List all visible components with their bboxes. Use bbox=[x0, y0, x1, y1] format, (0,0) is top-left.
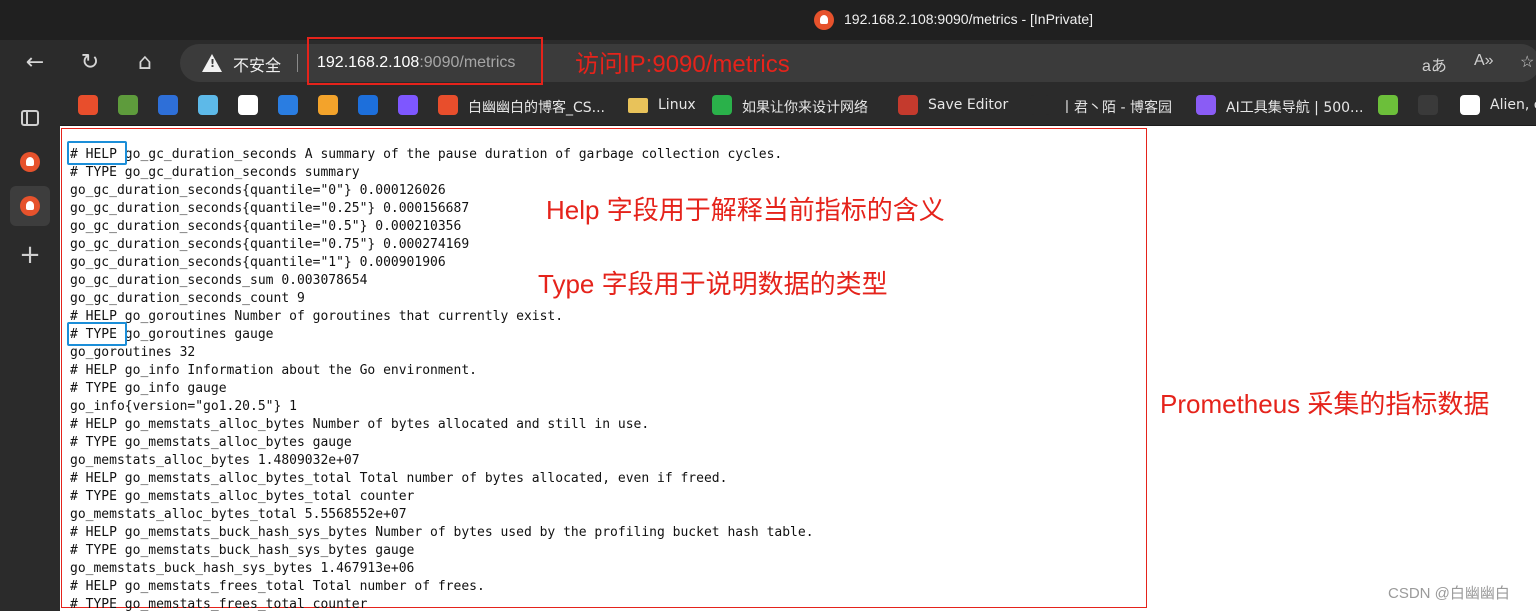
alien-icon bbox=[1460, 95, 1480, 115]
window-title: 192.168.2.108:9090/metrics - [InPrivate] bbox=[844, 11, 1094, 27]
read-aloud-icon[interactable]: aあ bbox=[1422, 52, 1447, 76]
security-label[interactable]: 不安全 bbox=[233, 52, 281, 76]
frog-icon bbox=[118, 95, 138, 115]
metric-line: # HELP go_memstats_frees_total Total num… bbox=[70, 579, 485, 594]
metric-line: # TYPE go_memstats_alloc_bytes gauge bbox=[70, 435, 352, 450]
metric-line: # TYPE go_memstats_buck_hash_sys_bytes g… bbox=[70, 543, 415, 558]
metric-line: # TYPE go_memstats_frees_total counter bbox=[70, 597, 368, 611]
metric-line: # TYPE go_gc_duration_seconds summary bbox=[70, 165, 360, 180]
help-highlight-box bbox=[67, 141, 127, 165]
prometheus-icon bbox=[814, 10, 834, 30]
watermark: CSDN @白幽幽白 bbox=[1388, 585, 1510, 602]
metric-line: go_memstats_alloc_bytes_total 5.5568552e… bbox=[70, 507, 407, 522]
on-icon bbox=[358, 95, 378, 115]
metric-line: go_info{version="go1.20.5"} 1 bbox=[70, 399, 297, 414]
bookmark-label: 丨君丶陌 - 博客园 bbox=[1060, 100, 1172, 116]
tab-actions-icon bbox=[21, 110, 39, 126]
metric-line: go_gc_duration_seconds{quantile="0.75"} … bbox=[70, 237, 470, 252]
lines-icon bbox=[158, 95, 178, 115]
prometheus-icon bbox=[20, 196, 40, 216]
metric-line: # HELP go_memstats_alloc_bytes_total Tot… bbox=[70, 471, 728, 486]
sword-icon bbox=[898, 95, 918, 115]
immersive-reader-icon[interactable]: A» bbox=[1474, 52, 1494, 70]
type-highlight-box bbox=[67, 322, 127, 346]
metric-line: # TYPE go_info gauge bbox=[70, 381, 227, 396]
metric-line: go_memstats_buck_hash_sys_bytes 1.467913… bbox=[70, 561, 415, 576]
chart-icon bbox=[198, 95, 218, 115]
folder-icon bbox=[628, 98, 648, 113]
url-annotation: 访问IP:9090/metrics bbox=[575, 51, 790, 78]
metric-line: # HELP go_memstats_alloc_bytes Number of… bbox=[70, 417, 650, 432]
title-bar: 192.168.2.108:9090/metrics - [InPrivate] bbox=[0, 0, 1536, 40]
metric-line: go_memstats_alloc_bytes 1.4809032e+07 bbox=[70, 453, 360, 468]
new-tab-icon[interactable]: + bbox=[10, 240, 50, 270]
tab-actions-button[interactable] bbox=[10, 98, 50, 138]
bookmark-label: Save Editor bbox=[928, 97, 1009, 113]
vertical-tabs-sidebar: + bbox=[0, 86, 60, 611]
prometheus-icon bbox=[20, 152, 40, 172]
blank-icon bbox=[1030, 95, 1050, 115]
metric-line: # HELP go_goroutines Number of goroutine… bbox=[70, 309, 564, 324]
type-annotation: Type 字段用于说明数据的类型 bbox=[538, 269, 888, 299]
bookmark-label: 白幽幽白的博客_CS... bbox=[468, 100, 606, 116]
epic-icon bbox=[1418, 95, 1438, 115]
back-icon[interactable]: ← bbox=[20, 49, 50, 77]
csdn-icon bbox=[78, 95, 98, 115]
prometheus-annotation: Prometheus 采集的指标数据 bbox=[1160, 389, 1490, 419]
help-annotation: Help 字段用于解释当前指标的含义 bbox=[546, 195, 945, 225]
bookmark-label: 如果让你来设计网络 bbox=[742, 100, 868, 116]
ai-icon bbox=[1196, 95, 1216, 115]
url-highlight-box bbox=[307, 37, 543, 85]
metric-line: # HELP go_gc_duration_seconds A summary … bbox=[70, 147, 783, 162]
bookmark-label: Linux bbox=[658, 97, 696, 113]
warning-icon[interactable] bbox=[202, 54, 222, 72]
metric-line: # HELP go_info Information about the Go … bbox=[70, 363, 477, 378]
bookmark-label: Alien, c bbox=[1490, 97, 1536, 113]
metric-line: # TYPE go_goroutines gauge bbox=[70, 327, 274, 342]
c-icon bbox=[438, 95, 458, 115]
dsm-icon bbox=[278, 95, 298, 115]
metric-line: # TYPE go_memstats_alloc_bytes_total cou… bbox=[70, 489, 415, 504]
tab-prometheus-1[interactable] bbox=[10, 142, 50, 182]
metric-line: # HELP go_memstats_buck_hash_sys_bytes N… bbox=[70, 525, 814, 540]
bookmark-label: AI工具集导航 | 500... bbox=[1226, 100, 1364, 116]
cube-icon bbox=[318, 95, 338, 115]
grid-icon bbox=[1378, 95, 1398, 115]
address-divider bbox=[297, 54, 298, 72]
g-icon bbox=[238, 95, 258, 115]
home-icon[interactable]: ⌂ bbox=[130, 49, 160, 77]
circle-c-icon bbox=[398, 95, 418, 115]
tab-prometheus-active[interactable] bbox=[10, 186, 50, 226]
favorite-star-icon[interactable]: ☆ bbox=[1520, 52, 1534, 72]
wechat-icon bbox=[712, 95, 732, 115]
refresh-icon[interactable]: ↻ bbox=[75, 49, 105, 77]
metric-line: go_goroutines 32 bbox=[70, 345, 196, 360]
bookmarks-bar: 白幽幽白的博客_CS... Linux 如果让你来设计网络 Save Editor 丨君… bbox=[0, 86, 1536, 126]
